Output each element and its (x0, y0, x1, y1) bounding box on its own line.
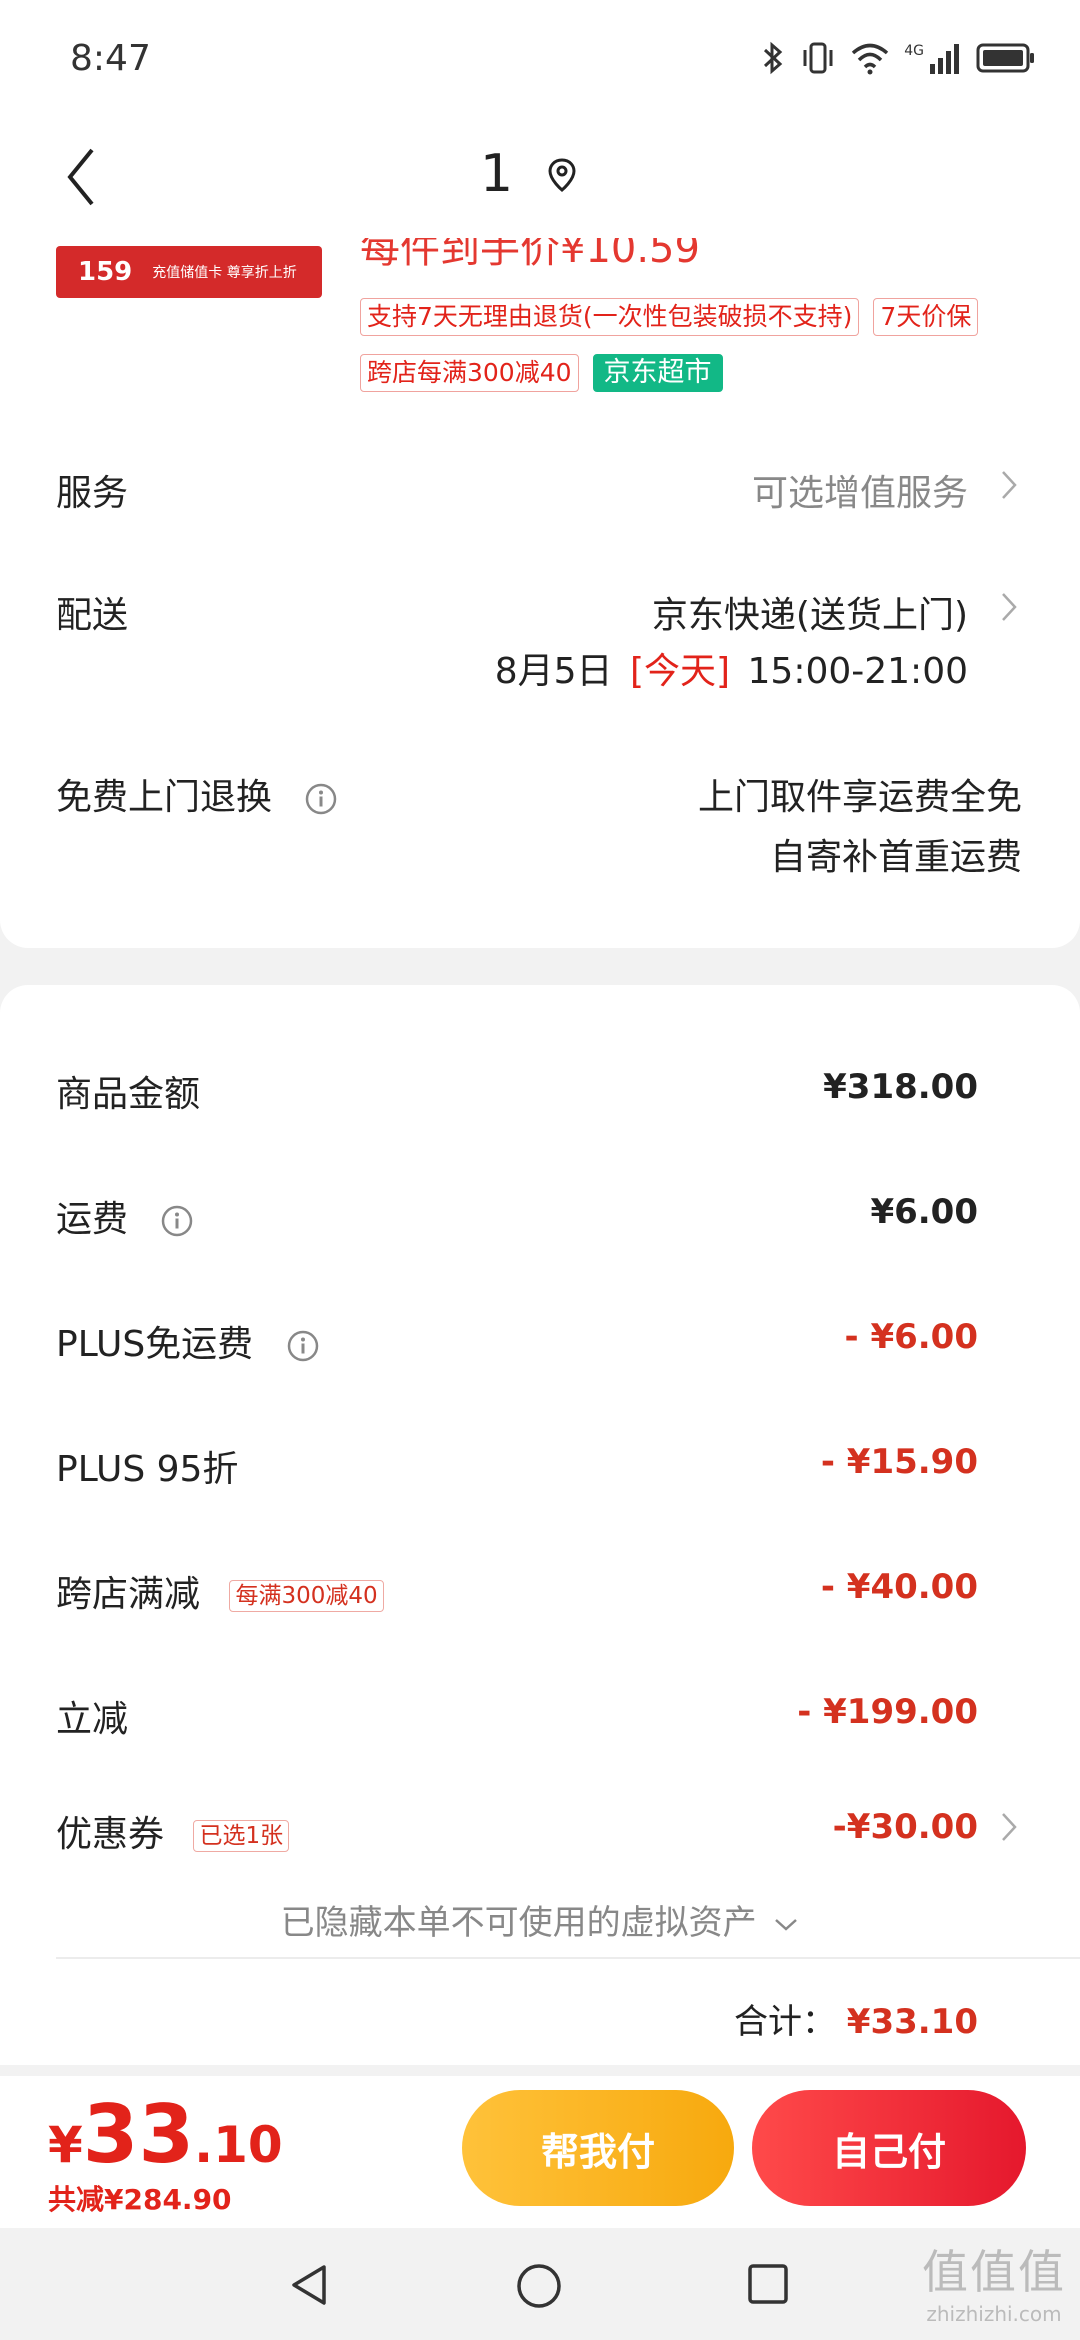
chevron-right-icon (1002, 1813, 1017, 1841)
hidden-assets-text: 已隐藏本单不可使用的虚拟资产 (280, 1903, 757, 1943)
system-nav-bar (0, 2228, 1080, 2340)
plus-free-shipping-label-wrap: PLUS免运费 (56, 1315, 319, 1367)
delivery-date: 8月5日 (494, 651, 613, 692)
info-icon[interactable] (305, 783, 337, 815)
pay-integer: 33 (82, 2088, 195, 2181)
watermark-logo: 值值值 (922, 2245, 1066, 2299)
delivery-today: [今天] (629, 651, 731, 692)
coupon-tag: 已选1张 (193, 1820, 290, 1852)
service-label: 服务 (56, 473, 129, 514)
wifi-icon (852, 43, 889, 75)
product-thumbnail[interactable]: 159 充值储值卡 尊享折上折 (56, 246, 322, 298)
watermark: 值值值 zhizhizhi.com (922, 2236, 1066, 2326)
location-icon[interactable] (548, 158, 576, 192)
nav-recents-icon[interactable] (746, 2262, 790, 2306)
free-return-line1: 上门取件享运费全免 (697, 777, 1022, 818)
free-return-line2: 自寄补首重运费 (769, 837, 1022, 878)
divider (56, 1957, 1080, 1959)
order-info-card: 159 充值储值卡 尊享折上折 每件到手价¥10.59 支持7天无理由退货(一次… (0, 238, 1080, 948)
hidden-assets-toggle[interactable]: 已隐藏本单不可使用的虚拟资产 (0, 1895, 1080, 1944)
delivery-schedule: 8月5日 [今天] 15:00-21:00 (495, 642, 968, 694)
plus-free-shipping-value: - ¥6.00 (844, 1317, 979, 1357)
signal-icon (930, 44, 959, 74)
coupon-label: 优惠券 (56, 1814, 165, 1855)
pay-bar: ¥33.10 共减¥284.90 帮我付 自己付 (0, 2076, 1080, 2228)
status-time: 8:47 (70, 38, 151, 79)
nav-back-icon[interactable] (286, 2262, 332, 2308)
pay-myself-button[interactable]: 自己付 (752, 2090, 1026, 2206)
status-bar: 8:47 4G (0, 0, 1080, 120)
order-total: 合计： ¥33.10 (734, 1994, 978, 2043)
info-icon[interactable] (161, 1205, 193, 1237)
battery-icon (976, 43, 1034, 73)
chevron-right-icon (1002, 593, 1017, 621)
cross-store-value: - ¥40.00 (820, 1567, 978, 1607)
delivery-label: 配送 (56, 595, 129, 636)
shipping-label-wrap: 运费 (56, 1190, 193, 1242)
price-protect-tag: 7天价保 (873, 298, 979, 336)
cross-store-label-wrap: 跨店满减 每满300减40 (56, 1565, 384, 1617)
help-me-pay-button[interactable]: 帮我付 (462, 2090, 734, 2206)
total-saved: 共减¥284.90 (48, 2183, 232, 2216)
free-return-label-wrap: 免费上门退换 (56, 768, 337, 820)
thumb-text: 充值储值卡 尊享折上折 (152, 265, 297, 281)
vibrate-icon (803, 42, 833, 74)
instant-discount-value: - ¥199.00 (797, 1692, 978, 1732)
instant-discount-label: 立减 (56, 1699, 129, 1740)
shipping-value: ¥6.00 (870, 1192, 978, 1232)
bluetooth-icon (764, 41, 783, 75)
nav-bar: 1 (0, 120, 1080, 238)
status-icons: 4G (760, 40, 1036, 76)
product-tags-row-1: 支持7天无理由退货(一次性包装破损不支持) 7天价保 (360, 298, 979, 336)
pay-decimal: .10 (194, 2116, 283, 2174)
delivery-time-slot: 15:00-21:00 (747, 651, 968, 692)
total-label: 合计： (733, 2002, 836, 2042)
plus-95-value: - ¥15.90 (820, 1442, 978, 1482)
plus-95-label: PLUS 95折 (56, 1449, 239, 1490)
free-return-label: 免费上门退换 (56, 777, 273, 818)
plus-free-shipping-label: PLUS免运费 (56, 1324, 254, 1365)
page-title: 1 (480, 144, 514, 204)
back-arrow-icon (67, 148, 94, 206)
chevron-down-icon (775, 1918, 798, 1931)
service-value: 可选增值服务 (751, 473, 968, 514)
chevron-right-icon (1002, 471, 1017, 499)
cross-store-tag: 每满300减40 (229, 1580, 384, 1612)
goods-amount-label: 商品金额 (56, 1074, 201, 1115)
pay-amount: ¥33.10 (48, 2088, 283, 2181)
total-value: ¥33.10 (846, 2002, 978, 2042)
return-policy-tag: 支持7天无理由退货(一次性包装破损不支持) (360, 298, 860, 336)
nav-home-icon[interactable] (515, 2262, 563, 2310)
per-item-price: 每件到手价¥10.59 (360, 238, 700, 272)
product-tags-row-2: 跨店每满300减40 京东超市 (360, 354, 723, 392)
goods-amount-value: ¥318.00 (823, 1067, 978, 1107)
cross-store-promo-tag: 跨店每满300减40 (360, 354, 579, 392)
delivery-method: 京东快递(送货上门) (651, 595, 968, 636)
coupon-label-wrap: 优惠券 已选1张 (56, 1805, 290, 1857)
coupon-value: -¥30.00 (832, 1807, 978, 1847)
back-button[interactable] (56, 142, 106, 212)
pay-yen: ¥ (48, 2116, 83, 2174)
watermark-url: zhizhizhi.com (926, 2302, 1062, 2326)
cross-store-label: 跨店满减 (56, 1574, 201, 1615)
info-icon[interactable] (287, 1330, 319, 1362)
jd-supermarket-tag: 京东超市 (592, 354, 723, 392)
thumb-price: 159 (78, 257, 133, 287)
shipping-label: 运费 (56, 1199, 129, 1240)
network-type: 4G (904, 43, 924, 59)
